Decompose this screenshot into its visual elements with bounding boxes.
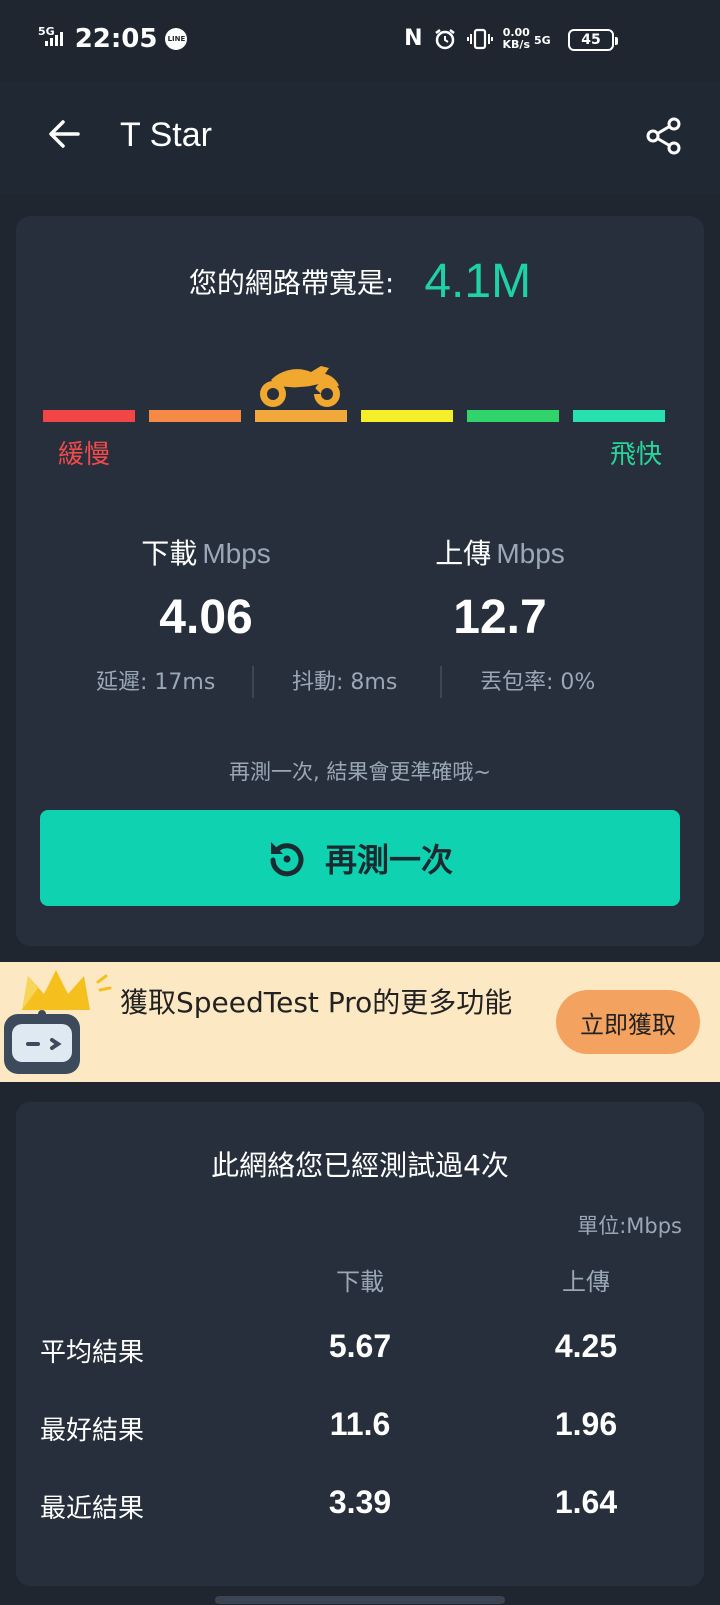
bandwidth-label: 您的網路帶寬是: xyxy=(188,266,395,300)
upload-label: 上傳 xyxy=(435,537,492,570)
download-value: 4.06 xyxy=(159,591,253,644)
row-label: 最好結果 xyxy=(40,1416,145,1446)
divider xyxy=(440,666,442,698)
packet-loss: 丟包率: 0% xyxy=(480,670,596,695)
refresh-icon xyxy=(270,842,304,877)
history-row: 平均結果 5.67 4.25 xyxy=(16,1324,704,1374)
home-indicator[interactable] xyxy=(215,1596,505,1604)
history-card: 此網絡您已經測試過4次 單位:Mbps 下載 上傳 平均結果 5.67 4.25… xyxy=(16,1102,704,1586)
upload-metric: 上傳 Mbps 12.7 xyxy=(350,532,650,645)
bandwidth-value: 4.1M xyxy=(424,255,532,308)
upload-unit: Mbps xyxy=(496,538,565,569)
battery-icon: 45 xyxy=(568,29,618,51)
scale-fast-label: 飛快 xyxy=(609,440,662,470)
network-type-right: 5G xyxy=(534,34,551,47)
promo-text: 獲取SpeedTest Pro的更多功能 xyxy=(120,986,513,1019)
page-title: T Star xyxy=(120,116,212,154)
scale-slow-label: 緩慢 xyxy=(58,440,111,470)
network-speed: 0.00 KB/s xyxy=(502,26,530,51)
retest-label: 再測一次 xyxy=(324,841,453,879)
scale-segment xyxy=(361,410,453,422)
row-download: 11.6 xyxy=(329,1406,391,1442)
download-label: 下載 xyxy=(141,537,198,570)
scale-segment xyxy=(467,410,559,422)
row-upload: 4.25 xyxy=(554,1328,618,1364)
stats-row: 延遲: 17ms 抖動: 8ms 丟包率: 0% xyxy=(16,664,704,700)
vibrate-icon xyxy=(466,28,493,49)
column-download: 下載 xyxy=(336,1268,384,1296)
get-pro-button[interactable]: 立即獲取 xyxy=(556,990,700,1054)
alarm-icon xyxy=(434,28,455,49)
pro-promo-banner[interactable]: 獲取SpeedTest Pro的更多功能 立即獲取 xyxy=(0,962,720,1082)
column-upload: 上傳 xyxy=(562,1268,610,1296)
status-bar: 5G 22:05 LINE N 0.00 KB/s 5G 45 xyxy=(0,0,720,82)
scale-segment xyxy=(255,410,347,422)
download-unit: Mbps xyxy=(202,538,271,569)
download-metric: 下載 Mbps 4.06 xyxy=(56,532,356,645)
row-label: 平均結果 xyxy=(40,1338,145,1368)
scale-segment xyxy=(43,410,135,422)
retest-hint: 再測一次, 結果會更準確哦~ xyxy=(229,760,491,784)
clock: 22:05 xyxy=(74,24,158,54)
row-upload: 1.96 xyxy=(554,1406,618,1442)
history-unit: 單位:Mbps xyxy=(577,1214,682,1238)
upload-value: 12.7 xyxy=(453,591,547,644)
result-card: 您的網路帶寬是: 4.1M 緩慢 飛快 下載 Mbps 4.06 上傳 Mbps … xyxy=(16,216,704,946)
history-row: 最好結果 11.6 1.96 xyxy=(16,1402,704,1452)
row-label: 最近結果 xyxy=(40,1494,145,1524)
scale-segment xyxy=(149,410,241,422)
bandwidth-row: 您的網路帶寬是: 4.1M xyxy=(16,254,704,309)
jitter: 抖動: 8ms xyxy=(292,670,398,695)
crown-robot-icon xyxy=(4,970,112,1074)
latency: 延遲: 17ms xyxy=(96,670,216,695)
battery-level: 45 xyxy=(581,32,601,48)
line-app-icon: LINE xyxy=(165,28,188,50)
scale-segment xyxy=(573,410,665,422)
history-title: 此網絡您已經測試過4次 xyxy=(211,1149,509,1182)
motorcycle-icon xyxy=(260,366,340,407)
history-row: 最近結果 3.39 1.64 xyxy=(16,1480,704,1530)
network-type: 5G xyxy=(38,24,55,38)
row-download: 3.39 xyxy=(328,1484,392,1520)
row-download: 5.67 xyxy=(328,1328,392,1364)
nfc-icon: N xyxy=(404,26,423,51)
divider xyxy=(252,666,254,698)
app-bar: T Star xyxy=(0,82,720,194)
share-icon[interactable] xyxy=(644,116,684,156)
row-upload: 1.64 xyxy=(554,1484,618,1520)
network-speed-unit: KB/s xyxy=(502,37,530,51)
retest-button[interactable]: 再測一次 xyxy=(40,810,680,906)
arrow-left-icon[interactable] xyxy=(44,114,84,154)
